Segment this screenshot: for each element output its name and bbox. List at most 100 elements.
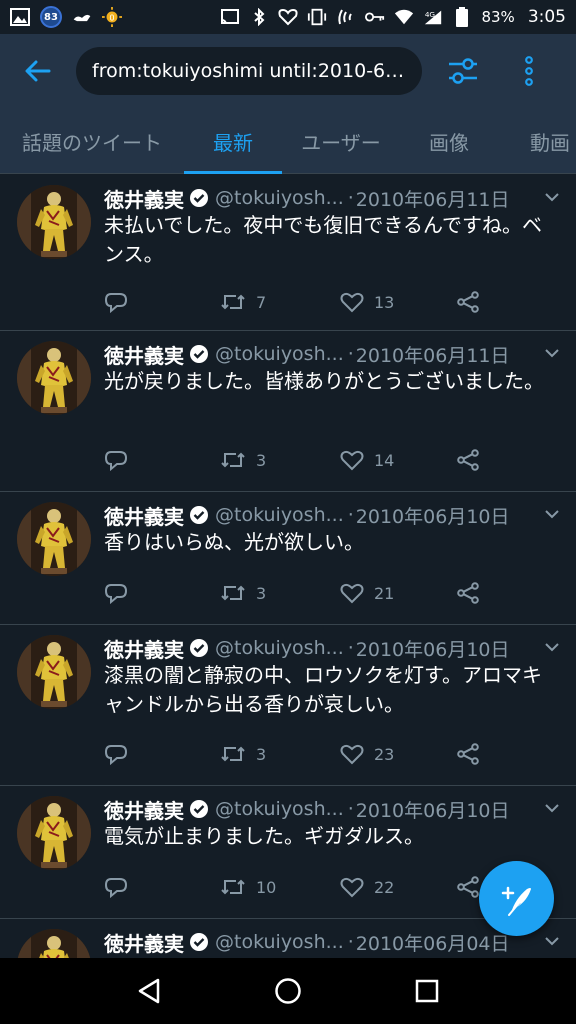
circle-home-icon <box>275 978 301 1004</box>
like-count: 23 <box>374 744 395 764</box>
heart-icon <box>340 744 364 765</box>
retweet-icon <box>221 585 245 601</box>
separator-dot: · <box>347 637 354 659</box>
tweet[interactable]: 徳井義実 @tokuiyosh... · 2010年06月11日 未払いでした。… <box>0 175 576 331</box>
reply-button[interactable] <box>104 449 128 471</box>
more-options-button[interactable] <box>504 34 554 108</box>
tab-videos[interactable]: 動画 <box>498 108 576 174</box>
separator-dot: · <box>347 187 354 209</box>
verified-badge-icon <box>190 506 208 524</box>
avatar[interactable] <box>17 635 91 709</box>
weather-icon: 0 <box>102 7 122 27</box>
retweet-icon <box>221 452 245 468</box>
chevron-down-icon[interactable] <box>544 641 560 653</box>
tweet-timeline[interactable]: 徳井義実 @tokuiyosh... · 2010年06月11日 未払いでした。… <box>0 175 576 958</box>
tweet[interactable]: 徳井義実 @tokuiyosh... · 2010年06月10日 漆黒の闇と静寂… <box>0 625 576 786</box>
like-button[interactable]: 21 <box>340 582 394 604</box>
retweet-count: 7 <box>256 292 267 312</box>
more-vertical-icon <box>525 56 533 86</box>
share-button[interactable] <box>456 291 480 313</box>
verified-badge-icon <box>190 800 208 818</box>
verified-badge-icon <box>190 639 208 657</box>
display-name[interactable]: 徳井義実 <box>104 928 184 957</box>
retweet-button[interactable]: 7 <box>220 292 266 312</box>
tab-latest[interactable]: 最新 <box>184 108 282 174</box>
retweet-button[interactable]: 3 <box>220 583 266 603</box>
avatar-image <box>17 796 91 870</box>
share-button[interactable] <box>456 743 480 765</box>
back-button[interactable] <box>0 34 76 108</box>
tab-photos[interactable]: 画像 <box>400 108 498 174</box>
share-button[interactable] <box>456 449 480 471</box>
reply-icon <box>104 451 128 471</box>
tweet-actions: 3 21 <box>104 578 576 608</box>
tweet[interactable]: 徳井義実 @tokuiyosh... · 2010年06月11日 光が戻りました… <box>0 331 576 492</box>
user-handle: @tokuiyosh... <box>215 637 344 659</box>
nav-home-button[interactable] <box>263 966 313 1016</box>
avatar[interactable] <box>17 502 91 576</box>
tab-users[interactable]: ユーザー <box>282 108 400 174</box>
like-button[interactable]: 14 <box>340 449 394 471</box>
heart-icon <box>340 292 364 313</box>
battery-icon <box>452 7 472 27</box>
search-input[interactable]: from:tokuiyoshimi until:2010-6-... <box>76 47 422 95</box>
nav-back-button[interactable] <box>124 966 174 1016</box>
reply-icon <box>104 293 128 313</box>
avatar[interactable] <box>17 341 91 415</box>
share-icon <box>457 582 479 604</box>
search-header: from:tokuiyoshimi until:2010-6-... <box>0 34 576 108</box>
like-button[interactable]: 23 <box>340 743 394 765</box>
reply-button[interactable] <box>104 743 128 765</box>
tweet-date: 2010年06月04日 <box>355 932 510 955</box>
display-name[interactable]: 徳井義実 <box>104 501 184 530</box>
chevron-down-icon[interactable] <box>544 347 560 359</box>
avatar-image <box>17 185 91 259</box>
share-icon <box>457 449 479 471</box>
like-button[interactable]: 13 <box>340 291 394 313</box>
reply-icon <box>104 745 128 765</box>
share-icon <box>457 876 479 898</box>
chevron-down-icon[interactable] <box>544 191 560 203</box>
reply-button[interactable] <box>104 291 128 313</box>
share-button[interactable] <box>456 876 480 898</box>
like-count: 14 <box>374 450 395 470</box>
vibrate-icon <box>307 8 327 26</box>
tweet-actions: 7 13 <box>104 287 576 317</box>
avatar-image <box>17 929 91 958</box>
avatar-image <box>17 502 91 576</box>
retweet-icon <box>221 294 245 310</box>
filter-button[interactable] <box>422 34 504 108</box>
tweet-actions: 3 14 <box>104 445 576 475</box>
clock: 3:05 <box>527 7 566 27</box>
tab-top-tweets[interactable]: 話題のツイート <box>0 108 184 174</box>
tweet-text: 電気が止まりました。ギガダルス。 <box>104 824 424 848</box>
tweet-text: 漆黒の闇と静寂の中、ロウソクを灯す。アロマキャンドルから出る香りが哀しい。 <box>104 663 542 716</box>
chevron-down-icon[interactable] <box>544 508 560 520</box>
retweet-button[interactable]: 3 <box>220 450 266 470</box>
reply-button[interactable] <box>104 582 128 604</box>
share-button[interactable] <box>456 582 480 604</box>
retweet-count: 3 <box>256 744 267 764</box>
tweet-text: 光が戻りました。皆様ありがとうございました。 <box>104 369 544 393</box>
image-icon <box>10 8 30 26</box>
display-name[interactable]: 徳井義実 <box>104 634 184 663</box>
retweet-button[interactable]: 3 <box>220 744 266 764</box>
display-name[interactable]: 徳井義実 <box>104 184 184 213</box>
avatar-image <box>17 635 91 709</box>
tweet-text: 未払いでした。夜中でも復旧できるんですね。ベンス。 <box>104 213 542 266</box>
display-name[interactable]: 徳井義実 <box>104 340 184 369</box>
retweet-button[interactable]: 10 <box>220 877 276 897</box>
compose-tweet-button[interactable] <box>479 861 554 936</box>
avatar[interactable] <box>17 796 91 870</box>
tweet-actions: 3 23 <box>104 739 576 769</box>
tweet[interactable]: 徳井義実 @tokuiyosh... · 2010年06月10日 香りはいらぬ、… <box>0 492 576 625</box>
avatar[interactable] <box>17 929 91 958</box>
display-name[interactable]: 徳井義実 <box>104 795 184 824</box>
chevron-down-icon[interactable] <box>544 802 560 814</box>
chevron-down-icon[interactable] <box>544 935 560 947</box>
like-button[interactable]: 22 <box>340 876 394 898</box>
avatar[interactable] <box>17 185 91 259</box>
nav-recents-button[interactable] <box>402 966 452 1016</box>
reply-button[interactable] <box>104 876 128 898</box>
verified-badge-icon <box>190 189 208 207</box>
